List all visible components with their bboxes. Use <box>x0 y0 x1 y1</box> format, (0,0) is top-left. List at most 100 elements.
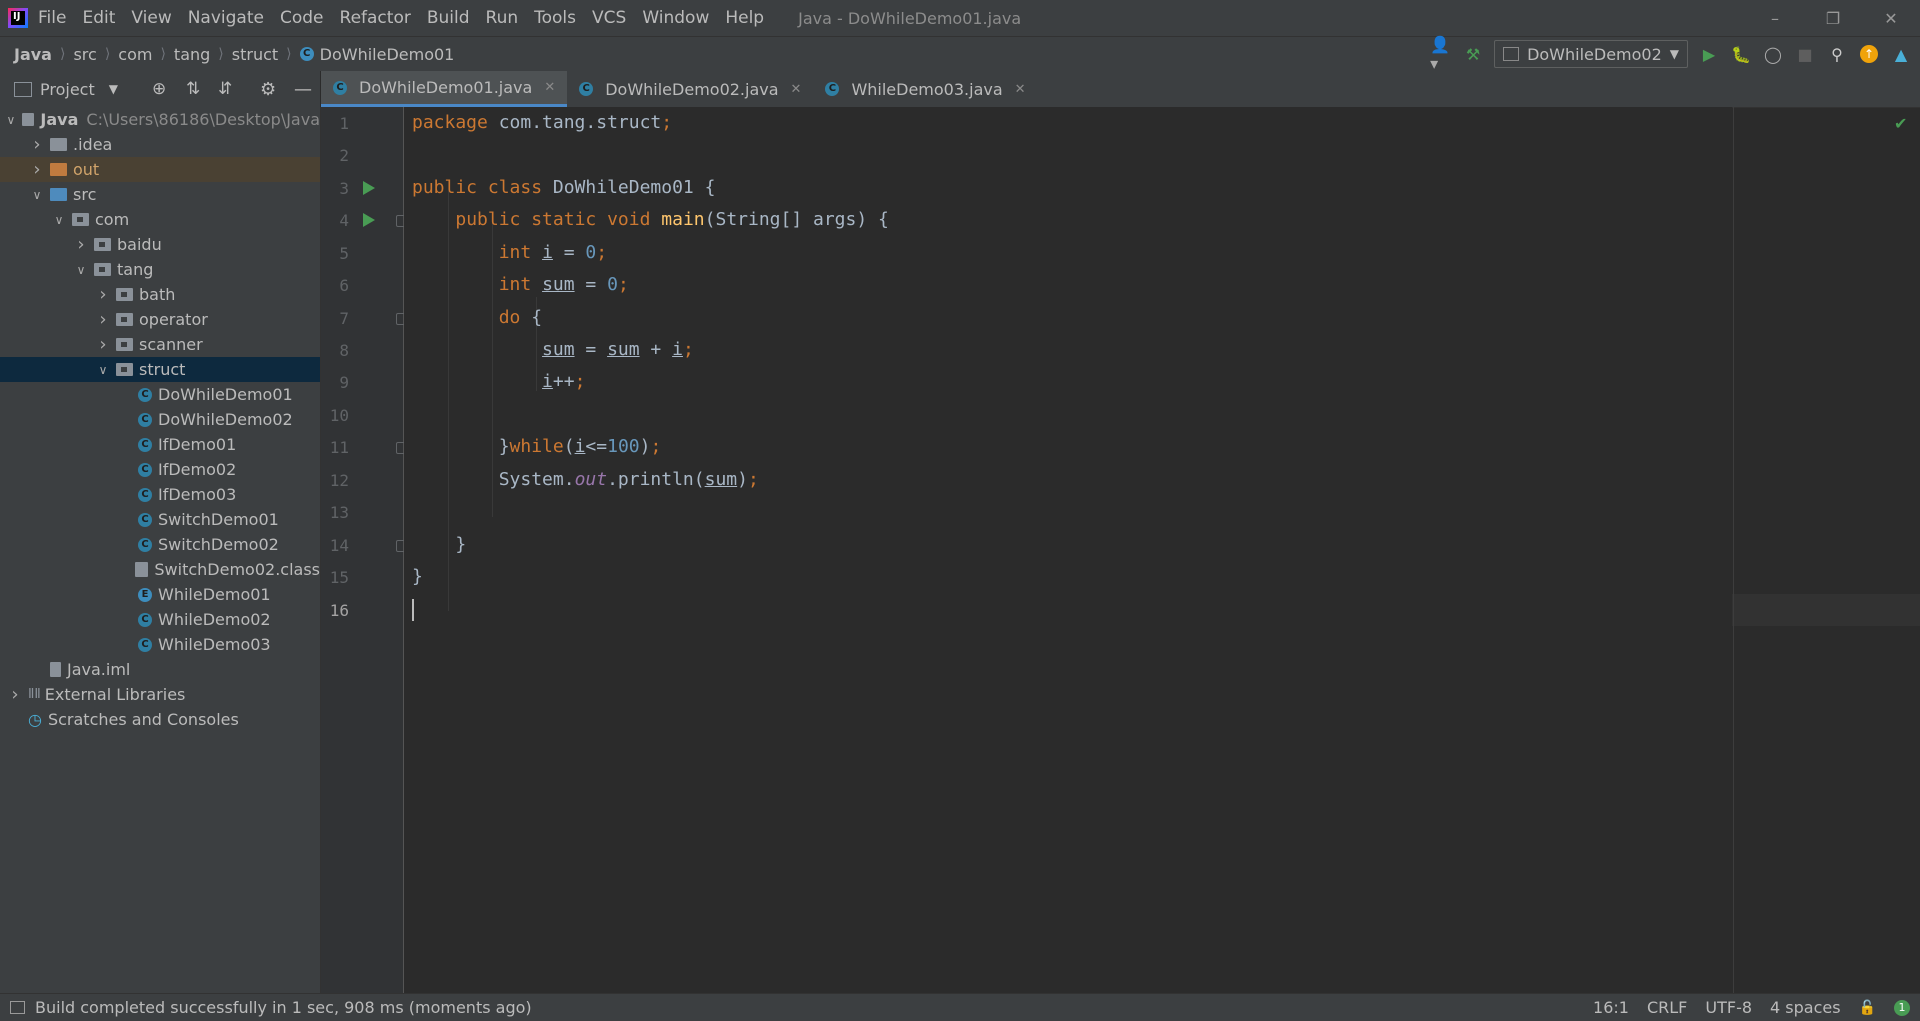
breadcrumb-item[interactable]: tang <box>174 45 210 64</box>
file-encoding[interactable]: UTF-8 <box>1705 998 1752 1017</box>
close-tab-icon[interactable]: ✕ <box>1015 82 1026 97</box>
run-gutter-icon[interactable] <box>363 181 375 195</box>
restore-icon[interactable]: ❐ <box>1804 0 1862 36</box>
tree-item-struct[interactable]: ∨ struct <box>0 357 320 382</box>
caret-position[interactable]: 16:1 <box>1593 998 1629 1017</box>
coverage-icon[interactable]: ◯ <box>1762 43 1784 65</box>
chevron-right-icon[interactable]: › <box>30 134 44 155</box>
menu-view[interactable]: View <box>131 8 171 28</box>
lock-icon[interactable]: 🔓 <box>1859 1000 1876 1016</box>
build-hammer-icon[interactable]: ⚒ <box>1462 43 1484 65</box>
project-panel-title[interactable]: Project <box>40 80 95 99</box>
tree-item-com[interactable]: ∨ com <box>0 207 320 232</box>
menu-run[interactable]: Run <box>486 8 519 28</box>
tree-item-bath[interactable]: › bath <box>0 282 320 307</box>
config-icon <box>1503 47 1520 61</box>
close-tab-icon[interactable]: ✕ <box>791 82 802 97</box>
chevron-down-icon[interactable]: ▼ <box>109 82 118 96</box>
editor-tab[interactable]: C DoWhileDemo02.java ✕ <box>567 71 813 107</box>
chevron-right-icon[interactable]: › <box>30 159 44 180</box>
menu-code[interactable]: Code <box>280 8 324 28</box>
tree-item-whiledemo03[interactable]: C WhileDemo03 <box>0 632 320 657</box>
hide-panel-icon[interactable]: — <box>294 79 312 100</box>
tree-item-whiledemo01[interactable]: E WhileDemo01 <box>0 582 320 607</box>
tree-item-dowhiledemo02[interactable]: C DoWhileDemo02 <box>0 407 320 432</box>
chevron-right-icon[interactable]: › <box>8 684 22 705</box>
collapse-all-icon[interactable]: ⇵ <box>218 79 232 99</box>
tree-item-switchdemo02[interactable]: C SwitchDemo02 <box>0 532 320 557</box>
code-editor[interactable]: package com.tang.struct; public class Do… <box>404 107 1732 993</box>
breadcrumb-item[interactable]: com <box>118 45 152 64</box>
tree-item-java[interactable]: ∨ Java C:\Users\86186\Desktop\Java <box>0 107 320 132</box>
tree-item-external-libraries[interactable]: › ⅡⅡ External Libraries <box>0 682 320 707</box>
vcs-user-icon[interactable]: 👤▾ <box>1430 35 1452 73</box>
menu-help[interactable]: Help <box>725 8 764 28</box>
tree-item-operator[interactable]: › operator <box>0 307 320 332</box>
chevron-down-icon[interactable]: ∨ <box>52 213 66 227</box>
update-icon[interactable]: ↑ <box>1858 43 1880 65</box>
inspection-ok-icon[interactable]: ✔ <box>1894 114 1907 133</box>
search-icon[interactable]: ⚲ <box>1826 43 1848 65</box>
indent-setting[interactable]: 4 spaces <box>1770 998 1841 1017</box>
menu-navigate[interactable]: Navigate <box>188 8 264 28</box>
project-view-icon <box>14 81 32 97</box>
status-message[interactable]: Build completed successfully in 1 sec, 9… <box>35 998 532 1017</box>
breadcrumb-item[interactable]: src <box>73 45 96 64</box>
chevron-right-icon[interactable]: › <box>96 284 110 305</box>
minimize-icon[interactable]: – <box>1746 0 1804 36</box>
intellij-logo-icon[interactable]: IJ <box>8 8 28 28</box>
run-configuration-select[interactable]: DoWhileDemo02 ▼ <box>1494 40 1688 68</box>
menu-window[interactable]: Window <box>642 8 709 28</box>
editor-tab[interactable]: C WhileDemo03.java ✕ <box>813 71 1037 107</box>
tree-item-ifdemo01[interactable]: C IfDemo01 <box>0 432 320 457</box>
breadcrumb-item[interactable]: DoWhileDemo01 <box>320 45 455 64</box>
tree-item-whiledemo02[interactable]: C WhileDemo02 <box>0 607 320 632</box>
tree-item-scanner[interactable]: › scanner <box>0 332 320 357</box>
debug-icon[interactable]: 🐛 <box>1730 43 1752 65</box>
tree-item-ifdemo02[interactable]: C IfDemo02 <box>0 457 320 482</box>
tree-item-ifdemo03[interactable]: C IfDemo03 <box>0 482 320 507</box>
gear-icon[interactable]: ⚙ <box>260 79 276 100</box>
editor-gutter[interactable]: 1 2 3 4 5 6 7 8 9 10 11 12 13 14 15 16 <box>321 107 408 993</box>
chevron-down-icon[interactable]: ∨ <box>6 113 16 127</box>
close-icon[interactable]: ✕ <box>1862 0 1920 36</box>
breadcrumb-item[interactable]: Java <box>14 45 52 64</box>
tree-item-tang[interactable]: ∨ tang <box>0 257 320 282</box>
chevron-right-icon[interactable]: › <box>74 234 88 255</box>
expand-all-icon[interactable]: ⇅ <box>186 79 200 99</box>
plugin-icon[interactable]: ▲ <box>1890 43 1912 65</box>
tree-item-dowhiledemo01[interactable]: C DoWhileDemo01 <box>0 382 320 407</box>
tree-item-java-iml[interactable]: Java.iml <box>0 657 320 682</box>
line-number: 2 <box>339 146 349 165</box>
menu-tools[interactable]: Tools <box>534 8 576 28</box>
run-icon[interactable]: ▶ <box>1698 43 1720 65</box>
breadcrumb-item[interactable]: struct <box>232 45 278 64</box>
tree-item-label: .idea <box>73 135 113 154</box>
tree-item-switchdemo02-class[interactable]: SwitchDemo02.class <box>0 557 320 582</box>
run-gutter-icon[interactable] <box>363 213 375 227</box>
menu-build[interactable]: Build <box>427 8 470 28</box>
menu-refactor[interactable]: Refactor <box>340 8 411 28</box>
line-ending[interactable]: CRLF <box>1647 998 1687 1017</box>
chevron-right-icon[interactable]: › <box>96 309 110 330</box>
chevron-down-icon[interactable]: ∨ <box>30 188 44 202</box>
toggle-tool-windows-icon[interactable] <box>10 1001 25 1014</box>
notifications-badge[interactable]: 1 <box>1894 999 1910 1016</box>
tree-item-out[interactable]: › out <box>0 157 320 182</box>
tree-item-scratches-and-consoles[interactable]: ◷ Scratches and Consoles <box>0 707 320 732</box>
chevron-right-icon[interactable]: › <box>96 334 110 355</box>
tree-item-switchdemo01[interactable]: C SwitchDemo01 <box>0 507 320 532</box>
locate-icon[interactable]: ⊕ <box>152 79 166 99</box>
menu-vcs[interactable]: VCS <box>592 8 626 28</box>
chevron-down-icon[interactable]: ∨ <box>74 263 88 277</box>
tree-item-src[interactable]: ∨ src <box>0 182 320 207</box>
menu-file[interactable]: File <box>38 8 66 28</box>
stop-icon[interactable]: ■ <box>1794 43 1816 65</box>
menu-edit[interactable]: Edit <box>82 8 115 28</box>
chevron-down-icon[interactable]: ∨ <box>96 363 110 377</box>
editor-tab[interactable]: C DoWhileDemo01.java ✕ <box>321 71 568 107</box>
close-tab-icon[interactable]: ✕ <box>544 80 555 95</box>
tree-item--idea[interactable]: › .idea <box>0 132 320 157</box>
tree-item-baidu[interactable]: › baidu <box>0 232 320 257</box>
line-number: 12 <box>329 471 349 490</box>
